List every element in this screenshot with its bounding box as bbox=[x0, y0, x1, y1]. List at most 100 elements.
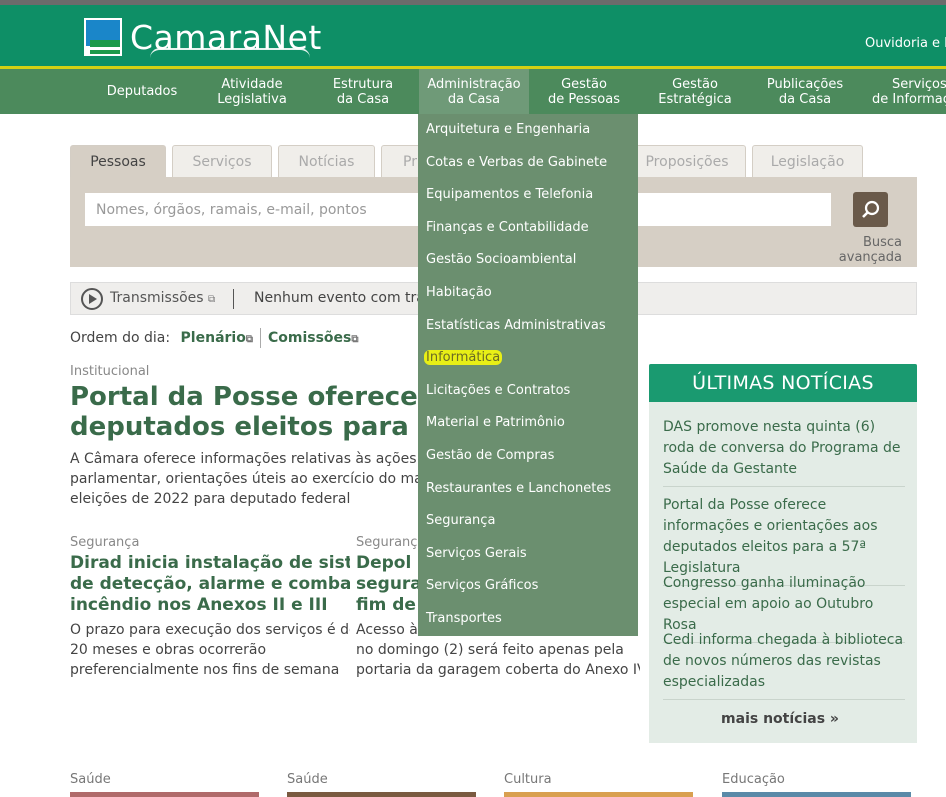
news-item[interactable]: Cedi informa chegada à biblioteca de nov… bbox=[663, 630, 905, 700]
menu-item-licitacoes[interactable]: Licitações e Contratos bbox=[426, 383, 570, 398]
nav-estrutura-da-casa[interactable]: Estrutura da Casa bbox=[317, 69, 409, 114]
comissoes-label: Comissões bbox=[267, 330, 352, 346]
nav-label: da Casa bbox=[778, 91, 832, 107]
nav-gestao-estrategica[interactable]: Gestão Estratégica bbox=[649, 69, 741, 114]
menu-item-transportes[interactable]: Transportes bbox=[426, 611, 502, 626]
story3-kicker: Seguranç bbox=[356, 535, 418, 550]
nav-deputados[interactable]: Deputados bbox=[96, 69, 188, 114]
bottom-kicker: Educação bbox=[722, 772, 785, 787]
advanced-search-link[interactable]: Busca avançada bbox=[805, 235, 902, 265]
nav-label: Deputados bbox=[106, 84, 178, 99]
bottom-kicker: Saúde bbox=[287, 772, 328, 787]
news-thumbnail[interactable] bbox=[287, 792, 476, 797]
story3-headline[interactable]: Depol o seguran fim de s bbox=[356, 553, 418, 616]
header-bar: CamaraNet Ouvidoria e Pe bbox=[0, 0, 946, 66]
administracao-dropdown-menu: Arquitetura e Engenharia Cotas e Verbas … bbox=[418, 114, 638, 636]
comissoes-link[interactable]: Comissões⧉ bbox=[268, 330, 359, 346]
menu-item-equipamentos[interactable]: Equipamentos e Telefonia bbox=[426, 187, 593, 202]
menu-item-informatica[interactable]: Informática bbox=[424, 350, 503, 365]
lead-line: 20 meses e obras ocorrerão bbox=[70, 642, 267, 658]
news-thumbnail[interactable] bbox=[722, 792, 911, 797]
ouvidoria-link[interactable]: Ouvidoria e Pe bbox=[865, 36, 946, 51]
nav-label: Administração bbox=[427, 76, 521, 92]
tab-pessoas[interactable]: Pessoas bbox=[70, 145, 166, 178]
nav-label: Estratégica bbox=[658, 91, 732, 107]
headline-line: Dirad inicia instalação de sistemas bbox=[70, 553, 350, 573]
headline-line: Portal da Posse oferece inform bbox=[70, 382, 418, 412]
nav-label: Gestão bbox=[672, 76, 718, 92]
menu-item-financas[interactable]: Finanças e Contabilidade bbox=[426, 220, 589, 235]
headline-line: fim de s bbox=[356, 595, 418, 615]
latest-news-panel: ÚLTIMAS NOTÍCIAS DAS promove nesta quint… bbox=[649, 364, 917, 743]
menu-item-servicos-graficos[interactable]: Serviços Gráficos bbox=[426, 578, 538, 593]
agenda-label: Ordem do dia: bbox=[70, 330, 171, 346]
nav-label: Serviços bbox=[892, 76, 946, 92]
tab-legislacao[interactable]: Legislação bbox=[752, 145, 863, 177]
news-thumbnail[interactable] bbox=[70, 792, 259, 797]
transmissions-label: Transmissões bbox=[110, 290, 204, 306]
logo-swoosh-icon bbox=[150, 48, 310, 58]
menu-item-seguranca[interactable]: Segurança bbox=[426, 513, 495, 528]
main-story-headline[interactable]: Portal da Posse oferece inform deputados… bbox=[70, 382, 418, 442]
agenda-line: Ordem do dia: Plenário⧉ Comissões⧉ bbox=[70, 328, 359, 348]
menu-item-gestao-compras[interactable]: Gestão de Compras bbox=[426, 448, 554, 463]
plenario-link[interactable]: Plenário⧉ bbox=[181, 330, 253, 346]
external-link-icon: ⧉ bbox=[351, 334, 359, 345]
news-thumbnail[interactable] bbox=[504, 792, 693, 797]
headline-line: Depol o bbox=[356, 553, 418, 573]
lead-line: parlamentar, orientações úteis ao exercí… bbox=[70, 471, 418, 487]
menu-item-habitacao[interactable]: Habitação bbox=[426, 285, 492, 300]
nav-label: Gestão bbox=[561, 76, 607, 92]
lead-line: O prazo para execução dos serviços é de bbox=[70, 622, 350, 638]
main-story-kicker: Institucional bbox=[70, 364, 150, 379]
play-icon[interactable] bbox=[81, 288, 103, 310]
search-icon bbox=[861, 200, 879, 218]
menu-item-gestao-socioambiental[interactable]: Gestão Socioambiental bbox=[426, 252, 576, 267]
tab-label: Legislação bbox=[770, 153, 845, 170]
menu-item-servicos-gerais[interactable]: Serviços Gerais bbox=[426, 546, 527, 561]
transmissions-status: Nenhum evento com tran bbox=[254, 290, 429, 306]
page: { "header": { "logo_text": "CamaraNet", … bbox=[0, 0, 946, 797]
story2-headline[interactable]: Dirad inicia instalação de sistemas de d… bbox=[70, 553, 350, 616]
lead-line: portaria da garagem coberta do Anexo IV bbox=[356, 662, 640, 678]
transmissions-link[interactable]: Transmissões ⧉ bbox=[110, 290, 215, 306]
nav-atividade-legislativa[interactable]: Atividade Legislativa bbox=[206, 69, 298, 114]
external-link-icon: ⧉ bbox=[208, 294, 216, 305]
news-item[interactable]: DAS promove nesta quinta (6) roda de con… bbox=[663, 417, 905, 487]
lead-line: preferencialmente nos fins de semana bbox=[70, 662, 340, 678]
nav-label: Atividade bbox=[221, 76, 283, 92]
plenario-label: Plenário bbox=[180, 330, 246, 346]
tab-label: Notícias bbox=[298, 153, 355, 170]
divider bbox=[259, 328, 261, 348]
headline-line: deputados eleitos para a 57ª L bbox=[70, 412, 418, 442]
search-button[interactable] bbox=[853, 192, 888, 227]
main-nav: Deputados Atividade Legislativa Estrutura… bbox=[0, 69, 946, 114]
divider bbox=[233, 289, 234, 309]
menu-item-arquitetura[interactable]: Arquitetura e Engenharia bbox=[426, 122, 590, 137]
nav-administracao-da-casa[interactable]: Administração da Casa bbox=[419, 69, 529, 114]
nav-label: Publicações bbox=[766, 76, 844, 92]
tab-label: Pessoas bbox=[90, 154, 146, 170]
tab-noticias[interactable]: Notícias bbox=[278, 145, 375, 177]
tab-label: Serviços bbox=[192, 153, 252, 170]
headline-line: incêndio nos Anexos II e III bbox=[70, 595, 328, 615]
menu-item-cotas[interactable]: Cotas e Verbas de Gabinete bbox=[426, 155, 607, 170]
tab-proposicoes[interactable]: Proposições bbox=[628, 145, 746, 177]
lead-line: eleições de 2022 para deputado federal bbox=[70, 491, 351, 507]
search-placeholder: Nomes, órgãos, ramais, e-mail, pontos bbox=[96, 201, 367, 218]
tab-label: Proposições bbox=[645, 153, 729, 170]
main-story-lead: A Câmara oferece informações relativas à… bbox=[70, 449, 418, 509]
menu-item-material[interactable]: Material e Patrimônio bbox=[426, 415, 565, 430]
nav-publicacoes-da-casa[interactable]: Publicações da Casa bbox=[759, 69, 851, 114]
menu-item-estatisticas[interactable]: Estatísticas Administrativas bbox=[426, 318, 606, 333]
logo-icon bbox=[84, 18, 122, 56]
more-news-link[interactable]: mais notícias » bbox=[649, 711, 911, 727]
nav-gestao-de-pessoas[interactable]: Gestão de Pessoas bbox=[538, 69, 630, 114]
headline-line: seguran bbox=[356, 574, 418, 594]
latest-news-title: ÚLTIMAS NOTÍCIAS bbox=[649, 364, 917, 402]
menu-item-restaurantes[interactable]: Restaurantes e Lanchonetes bbox=[426, 481, 611, 496]
nav-label: da Casa bbox=[447, 91, 501, 107]
nav-servicos-de-informacao[interactable]: Serviçosde Informaçã bbox=[872, 69, 946, 114]
tab-servicos[interactable]: Serviços bbox=[172, 145, 272, 177]
external-link-icon: ⧉ bbox=[245, 334, 253, 345]
